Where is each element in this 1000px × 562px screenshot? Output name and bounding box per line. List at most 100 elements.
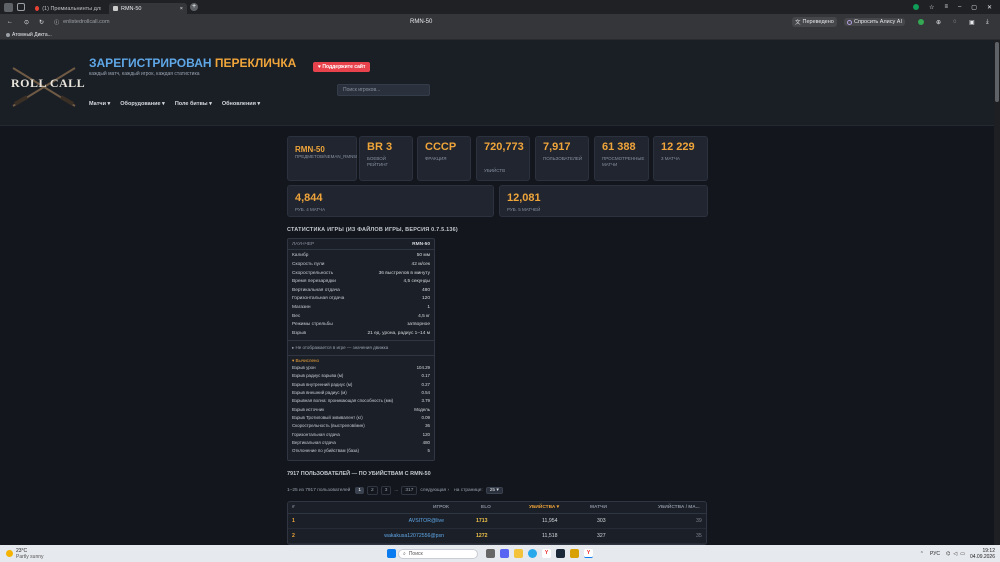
cell-kills: 11,954 [542,518,558,524]
cell-player[interactable]: AVSITOR@live [384,518,444,524]
stat-value: 0.27 [421,381,430,387]
stat-label: Калибр [292,253,309,259]
taskview-icon[interactable] [486,549,496,558]
page-2-button[interactable]: 2 [367,485,378,495]
site-tagline: каждый матч, каждый игрок, каждая статис… [89,71,200,77]
tab-list-icon[interactable] [17,3,25,11]
reload-icon[interactable]: ↻ [39,19,44,26]
stat-card-value: 7,917 [543,141,571,153]
yandex-icon[interactable]: Y [542,549,552,558]
home-icon[interactable]: ⊙ [24,19,29,26]
page-title-center: RMN-50 [410,19,433,25]
extension-icon[interactable] [918,19,924,25]
steam-icon[interactable] [556,549,566,558]
stat-row: Скорострельность 36 выстрелов в минуту [288,269,434,278]
cell-kpm: 39 [696,518,702,524]
alice-label: Спросить Алису AI [854,19,902,25]
menu-icon[interactable]: ≡ [944,4,948,11]
hidden-values-toggle[interactable]: ▸ Не отображается в игре — значения движ… [288,339,434,353]
tray-chevron-icon[interactable]: ⌃ [920,551,924,557]
tab-1[interactable]: (1) Премиальнинты для р... [31,3,105,14]
explorer-icon[interactable] [514,549,524,558]
stat-row: Магазин 1 [288,303,434,312]
close-window-icon[interactable]: ✕ [987,4,992,11]
bookmark-star-icon[interactable]: ☆ [929,4,934,11]
site-info-icon[interactable]: ⓘ [54,19,59,26]
downloads-icon[interactable] [913,3,920,10]
next-page-button[interactable]: следующая › [420,488,449,493]
stat-card-value: 61 388 [602,141,636,153]
weather-icon[interactable] [6,550,13,557]
profile-icon[interactable] [4,2,13,12]
collections-icon[interactable]: ▣ [969,19,975,26]
stat-value: 480 [422,439,430,445]
page-317-button[interactable]: 317 [401,485,418,495]
clock[interactable]: 19:12 04.09.2026 [970,548,995,560]
nav-equipment[interactable]: Оборудование ▾ [120,101,165,107]
cell-rank: 1 [292,518,295,524]
bookmark-item[interactable]: Атомный Дикта... [6,32,52,38]
start-icon[interactable] [386,549,396,558]
new-tab-button[interactable]: + [190,3,198,11]
stat-value: Модель [414,406,430,412]
alice-button[interactable]: Спросить Алису AI [844,18,905,26]
col-kills[interactable]: УБИЙСТВА ▾ [529,505,559,510]
stats-header-row: ЛАУНЧЕР RMN-50 [288,241,434,250]
nav-battlefield[interactable]: Поле битвы ▾ [175,101,212,107]
per-page-select[interactable]: 25 ▾ [485,486,503,494]
downloads-toolbar-icon[interactable]: ⤓ [986,19,989,26]
site-logo[interactable]: ROLL CALL [9,60,85,110]
minimize-icon[interactable]: – [958,4,961,11]
pagination-range: 1–25 из 7917 пользователей [287,487,351,493]
address-bar[interactable]: enlistedrollcall.com [63,19,109,25]
translate-button[interactable]: 文 Переведено [792,17,837,27]
stat-label: Магазин [292,304,311,310]
stat-value: 4,5 кг [418,313,430,319]
extensions-icon[interactable]: ⊕ [936,19,941,26]
back-icon[interactable]: ← [7,19,13,25]
yandex-browser-icon[interactable]: Y [584,549,594,558]
stat-label: Вес [292,313,301,319]
tab-2[interactable]: RMN-50 × [109,3,187,14]
tab-close-icon[interactable]: × [180,6,183,12]
page-3-button[interactable]: 3 [380,485,392,495]
discord-icon[interactable] [500,549,510,558]
battery-icon[interactable]: ▭ [960,551,965,557]
chat-icon[interactable]: ◌ [953,19,957,25]
translate-label: Переведено [802,19,834,25]
calculated-toggle[interactable]: ▾ Вычислено [288,354,434,364]
telegram-icon[interactable] [528,549,538,558]
support-button[interactable]: ♥ Поддержите сайт [313,62,371,72]
weather-widget[interactable]: 23°C Partly sunny [16,548,44,560]
volume-icon[interactable]: ◁ [953,551,957,557]
users-section-title: 7917 ПОЛЬЗОВАТЕЛЕЙ — ПО УБИЙСТВАМ С RMN-… [287,471,431,477]
language-indicator[interactable]: РУС [930,551,940,557]
cell-matches: 327 [597,533,606,539]
col-player[interactable]: ИГРОК [433,505,449,510]
table-row[interactable]: 1 AVSITOR@live 1713 11,954 303 39 [288,514,706,529]
col-kpm[interactable]: УБИЙСТВА / МА... [658,505,700,510]
scrollbar-thumb[interactable] [995,42,999,102]
stat-label: Взрыв урон [292,365,316,371]
users-table: # ИГРОК ELO УБИЙСТВА ▾ МАТЧИ УБИЙСТВА / … [287,501,707,545]
col-rank[interactable]: # [292,505,295,510]
stat-label: Взрыв внутренний радиус (м) [292,381,353,387]
lock-app-icon[interactable] [570,549,580,558]
cell-player[interactable]: wakakusa12072556@psn [384,533,444,539]
network-icon[interactable]: ⌬ [946,551,950,557]
col-elo[interactable]: ELO [481,505,491,510]
page-scrollbar[interactable] [994,40,1000,545]
nav-updates[interactable]: Обновления ▾ [222,101,260,107]
nav-matches[interactable]: Матчи ▾ [89,101,110,107]
page-1-button[interactable]: 1 [355,486,365,494]
player-search-input[interactable]: Поиск игроков... [337,84,430,96]
stat-card-faction: СССР ФРАКЦИЯ [417,136,471,181]
maximize-icon[interactable]: ▢ [971,4,977,11]
stat-value: 36 выстрелов в минуту [378,270,430,276]
col-matches[interactable]: МАТЧИ [590,505,607,510]
clock-date: 04.09.2026 [969,553,995,560]
taskbar-search[interactable]: ⌕ Поиск [398,548,479,559]
stat-card-label: ПРОСМОТРЕННЫЕ МАТЧИ [602,156,645,167]
table-row[interactable]: 2 wakakusa12072556@psn 1272 11,518 327 35 [288,529,706,544]
site-title-b: ПЕРЕКЛИЧКА [214,56,297,70]
